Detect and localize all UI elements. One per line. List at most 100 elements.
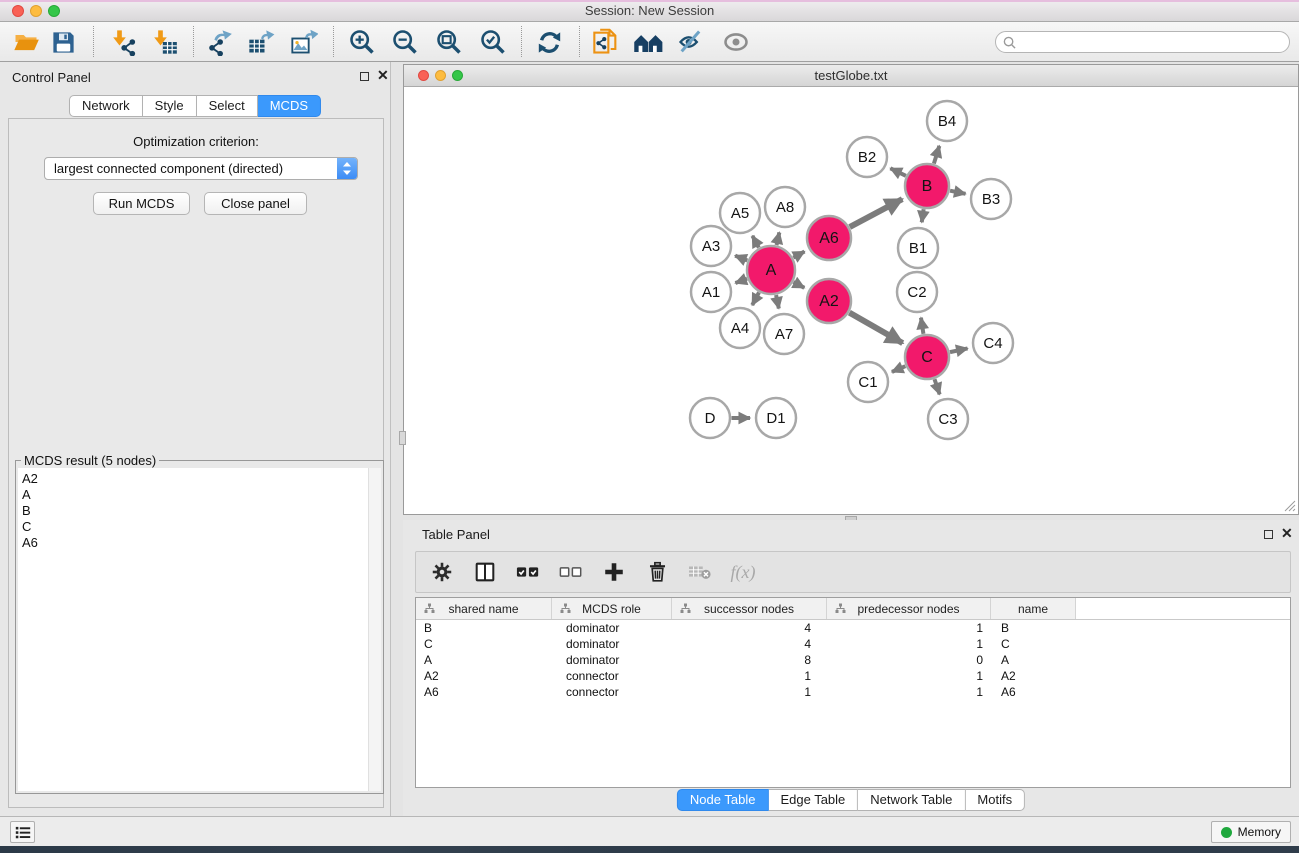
result-item-a2[interactable]: A2 — [22, 471, 368, 487]
delete-column-trash-icon[interactable] — [643, 558, 671, 586]
float-table-panel-icon[interactable] — [1264, 530, 1273, 539]
graph-node-C[interactable]: C — [905, 335, 949, 379]
graph-node-D1[interactable]: D1 — [756, 398, 796, 438]
hide-graphics-details-icon[interactable] — [675, 26, 707, 58]
tab-motifs[interactable]: Motifs — [965, 789, 1025, 811]
graph-edge-B-B3[interactable] — [950, 191, 965, 194]
graph-edge-A2-C[interactable] — [849, 313, 902, 343]
table-options-gear-icon[interactable] — [428, 558, 456, 586]
refresh-icon[interactable] — [533, 26, 565, 58]
graph-node-B4[interactable]: B4 — [927, 101, 967, 141]
graph-node-D[interactable]: D — [690, 398, 730, 438]
graph-edge-B-B1[interactable] — [922, 209, 924, 222]
optimization-criterion-select[interactable]: largest connected component (directed) — [44, 157, 358, 180]
table-row-a2[interactable]: A2connector11A2 — [416, 668, 1290, 684]
graph-node-A3[interactable]: A3 — [691, 226, 731, 266]
float-panel-icon[interactable] — [360, 72, 369, 81]
graph-edge-A-A8[interactable] — [777, 232, 780, 245]
graph-edge-A6-B[interactable] — [850, 199, 903, 227]
close-panel-button[interactable]: Close panel — [204, 192, 307, 215]
run-mcds-button[interactable]: Run MCDS — [93, 192, 190, 215]
graph-node-C3[interactable]: C3 — [928, 399, 968, 439]
graph-edge-A-A1[interactable] — [735, 279, 747, 283]
graph-node-C1[interactable]: C1 — [848, 362, 888, 402]
tab-style[interactable]: Style — [143, 95, 197, 117]
tab-node-table[interactable]: Node Table — [677, 789, 769, 811]
export-image-icon[interactable] — [288, 26, 320, 58]
task-history-button[interactable] — [10, 821, 35, 843]
save-session-icon[interactable] — [47, 26, 79, 58]
table-row-c[interactable]: Cdominator41C — [416, 636, 1290, 652]
close-table-panel-icon[interactable]: ✕ — [1281, 524, 1293, 542]
unselect-all-columns-icon[interactable] — [557, 558, 585, 586]
tab-mcds[interactable]: MCDS — [258, 95, 321, 117]
select-all-columns-icon[interactable] — [514, 558, 542, 586]
column-header-MCDS-role[interactable]: MCDS role — [552, 598, 672, 619]
network-canvas[interactable]: A A1 A2 A3 A4 A5 A6 A7 A8 B B1 B2 B3B4 C C1 C2 C3 C4 D D1 — [404, 87, 1298, 514]
tab-network[interactable]: Network — [69, 95, 143, 117]
table-row-a6[interactable]: A6connector11A6 — [416, 684, 1290, 700]
graph-edge-C-C4[interactable] — [950, 348, 968, 352]
create-column-icon[interactable] — [600, 558, 628, 586]
graph-node-B1[interactable]: B1 — [898, 228, 938, 268]
graph-edge-A-A5[interactable] — [752, 236, 758, 248]
graph-node-A4[interactable]: A4 — [720, 308, 760, 348]
search-input[interactable] — [1020, 33, 1289, 51]
close-panel-icon[interactable]: ✕ — [377, 66, 389, 84]
vertical-splitter-handle[interactable] — [399, 431, 406, 445]
column-header-predecessor-nodes[interactable]: predecessor nodes — [827, 598, 991, 619]
graph-edge-B-B2[interactable] — [890, 168, 905, 175]
result-item-c[interactable]: C — [22, 519, 368, 535]
show-columns-icon[interactable] — [471, 558, 499, 586]
column-header-name[interactable]: name — [991, 598, 1076, 619]
tab-edge-table[interactable]: Edge Table — [768, 789, 858, 811]
network-graph[interactable]: A A1 A2 A3 A4 A5 A6 A7 A8 B B1 B2 B3B4 C C1 C2 C3 C4 D D1 — [404, 87, 1298, 514]
result-list-scrollbar[interactable] — [368, 468, 381, 791]
show-all-networks-icon[interactable] — [632, 26, 664, 58]
import-table-icon[interactable] — [148, 26, 180, 58]
zoom-in-icon[interactable] — [346, 26, 378, 58]
memory-button[interactable]: Memory — [1211, 821, 1291, 843]
svg-text:C4: C4 — [983, 335, 1002, 352]
table-row-a[interactable]: Adominator80A — [416, 652, 1290, 668]
copy-network-icon[interactable] — [590, 26, 622, 58]
graph-edge-C-C2[interactable] — [921, 318, 923, 334]
graph-edge-B-B4[interactable] — [934, 146, 939, 164]
column-header-successor-nodes[interactable]: successor nodes — [672, 598, 827, 619]
table-row-b[interactable]: Bdominator41B — [416, 620, 1290, 636]
result-item-a6[interactable]: A6 — [22, 535, 368, 551]
graph-node-B2[interactable]: B2 — [847, 137, 887, 177]
graph-node-A8[interactable]: A8 — [765, 187, 805, 227]
graph-edge-A-A4[interactable] — [752, 292, 759, 305]
export-table-icon[interactable] — [245, 26, 277, 58]
graph-node-A5[interactable]: A5 — [720, 193, 760, 233]
window-resize-grip[interactable] — [1283, 499, 1296, 512]
graph-node-A[interactable]: A — [747, 246, 795, 294]
graph-node-A6[interactable]: A6 — [807, 216, 851, 260]
show-graphics-details-icon[interactable] — [720, 26, 752, 58]
graph-edge-C-C3[interactable] — [935, 379, 940, 394]
graph-node-A7[interactable]: A7 — [764, 314, 804, 354]
graph-node-C4[interactable]: C4 — [973, 323, 1013, 363]
zoom-selected-icon[interactable] — [477, 26, 509, 58]
graph-edge-A-A3[interactable] — [735, 256, 747, 261]
graph-node-B[interactable]: B — [905, 164, 949, 208]
result-item-a[interactable]: A — [22, 487, 368, 503]
tab-select[interactable]: Select — [197, 95, 258, 117]
export-network-icon[interactable] — [203, 26, 235, 58]
graph-edge-A-A7[interactable] — [776, 295, 779, 309]
zoom-fit-icon[interactable] — [433, 26, 465, 58]
graph-node-B3[interactable]: B3 — [971, 179, 1011, 219]
import-network-icon[interactable] — [107, 26, 139, 58]
tab-network-table[interactable]: Network Table — [858, 789, 965, 811]
graph-node-A2[interactable]: A2 — [807, 279, 851, 323]
graph-edge-A-A2[interactable] — [793, 282, 804, 288]
zoom-out-icon[interactable] — [389, 26, 421, 58]
graph-node-C2[interactable]: C2 — [897, 272, 937, 312]
graph-edge-A-A6[interactable] — [793, 252, 804, 258]
open-session-icon[interactable] — [10, 26, 42, 58]
graph-edge-C-C1[interactable] — [892, 366, 905, 372]
graph-node-A1[interactable]: A1 — [691, 272, 731, 312]
column-header-shared-name[interactable]: shared name — [416, 598, 552, 619]
result-item-b[interactable]: B — [22, 503, 368, 519]
